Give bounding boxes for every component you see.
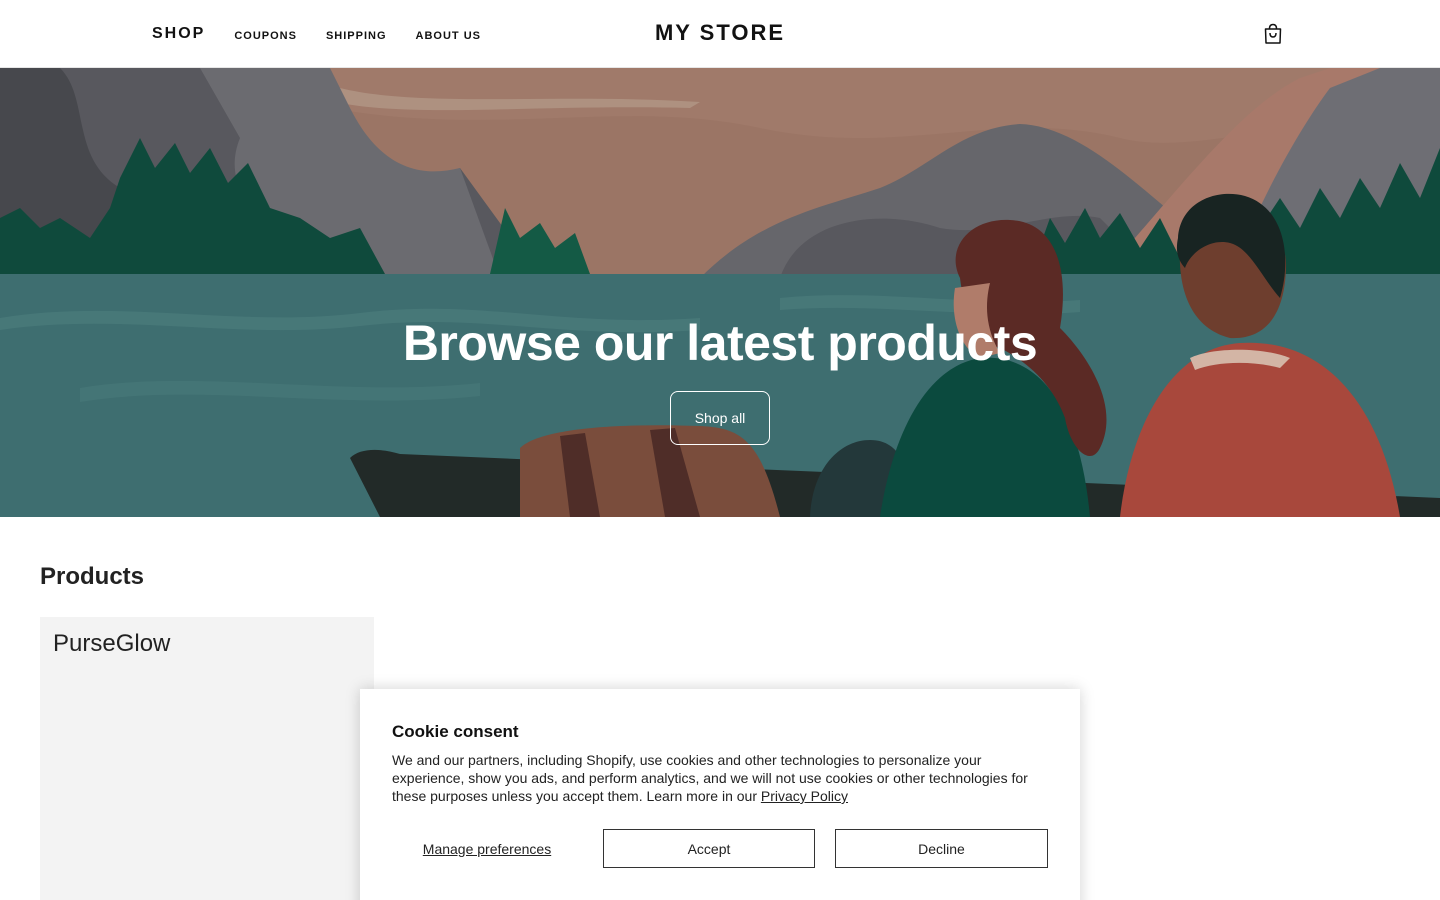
site-header: SHOP COUPONS SHIPPING ABOUT US MY STORE: [0, 0, 1440, 68]
products-heading: Products: [40, 563, 145, 590]
shopping-bag-icon: [1264, 23, 1282, 44]
product-card[interactable]: PurseGlow: [40, 617, 374, 900]
cookie-consent-dialog: Cookie consent We and our partners, incl…: [360, 689, 1080, 900]
nav-coupons-link[interactable]: COUPONS: [234, 27, 297, 42]
cookie-description: We and our partners, including Shopify, …: [392, 751, 1052, 805]
cart-button[interactable]: [1261, 22, 1285, 46]
shop-all-button[interactable]: Shop all: [670, 391, 770, 445]
hero-title: Browse our latest products: [402, 315, 1038, 371]
nav-about-link[interactable]: ABOUT US: [416, 27, 481, 42]
hero-illustration: [0, 68, 1440, 517]
privacy-policy-link[interactable]: Privacy Policy: [761, 788, 848, 804]
decline-button[interactable]: Decline: [835, 829, 1048, 868]
cookie-body-text: We and our partners, including Shopify, …: [392, 752, 1028, 804]
nav-shipping-link[interactable]: SHIPPING: [326, 27, 387, 42]
accept-button[interactable]: Accept: [603, 829, 815, 868]
nav-shop-link[interactable]: SHOP: [152, 25, 205, 43]
manage-preferences-button[interactable]: Manage preferences: [392, 829, 582, 868]
hero-banner: Browse our latest products Shop all: [0, 68, 1440, 517]
main-nav: SHOP COUPONS SHIPPING ABOUT US: [152, 0, 510, 68]
product-name[interactable]: PurseGlow: [53, 630, 170, 658]
cookie-title: Cookie consent: [392, 722, 519, 741]
